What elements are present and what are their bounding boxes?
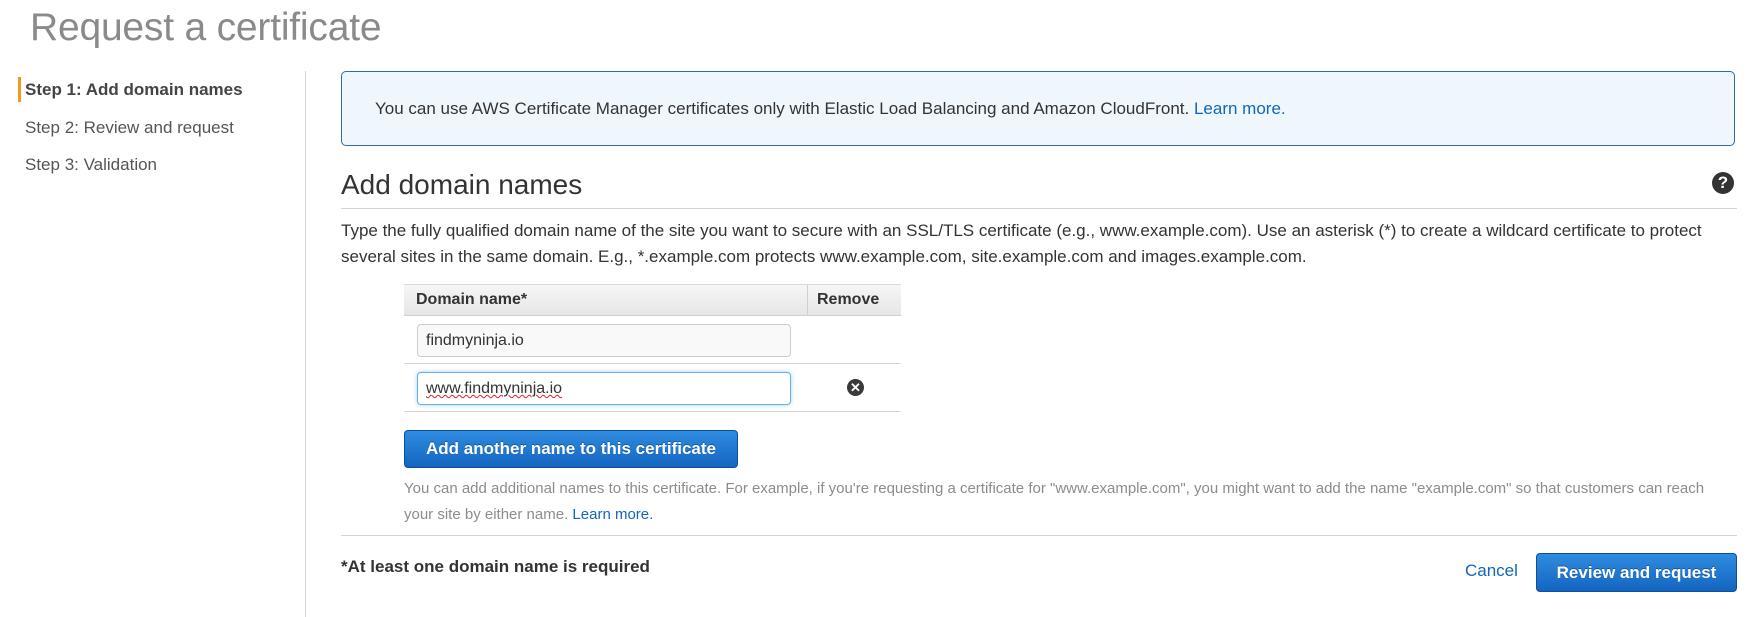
info-text: You can use AWS Certificate Manager cert… xyxy=(375,99,1286,119)
info-message: You can use AWS Certificate Manager cert… xyxy=(375,99,1194,118)
page-title: Request a certificate xyxy=(30,6,382,49)
active-step-marker xyxy=(18,77,21,102)
step-validation[interactable]: Step 3: Validation xyxy=(25,154,157,176)
info-learn-more-link[interactable]: Learn more. xyxy=(1194,99,1286,118)
additional-names-help: You can add additional names to this cer… xyxy=(404,476,1734,528)
header-remove: Remove xyxy=(817,291,880,308)
table-header: Domain name* Remove xyxy=(404,284,901,316)
sidebar-divider xyxy=(305,71,306,617)
info-box: You can use AWS Certificate Manager cert… xyxy=(341,71,1735,146)
step-review-and-request[interactable]: Step 2: Review and request xyxy=(25,117,234,139)
review-and-request-button[interactable]: Review and request xyxy=(1536,553,1737,592)
step-add-domain-names[interactable]: Step 1: Add domain names xyxy=(25,79,243,101)
required-note: *At least one domain name is required xyxy=(341,557,650,576)
section-description: Type the fully qualified domain name of … xyxy=(341,221,1702,266)
section-heading: Add domain names xyxy=(341,169,583,200)
help-learn-more-link[interactable]: Learn more. xyxy=(572,506,653,523)
add-another-name-button[interactable]: Add another name to this certificate xyxy=(404,430,738,468)
header-divider xyxy=(807,285,808,315)
domain-name-value: www.findmyninja.io xyxy=(426,380,563,397)
help-icon[interactable]: ? xyxy=(1712,172,1734,194)
footer-divider xyxy=(341,535,1737,536)
domain-name-input[interactable] xyxy=(417,324,791,357)
row-divider xyxy=(404,363,901,364)
cancel-link[interactable]: Cancel xyxy=(1465,561,1518,581)
header-domain-name: Domain name* xyxy=(416,291,528,308)
row-divider xyxy=(404,411,901,412)
remove-circle-icon[interactable]: ✕ xyxy=(847,379,864,396)
domain-name-input-focused[interactable]: www.findmyninja.io xyxy=(417,372,791,405)
heading-divider xyxy=(341,208,1737,209)
